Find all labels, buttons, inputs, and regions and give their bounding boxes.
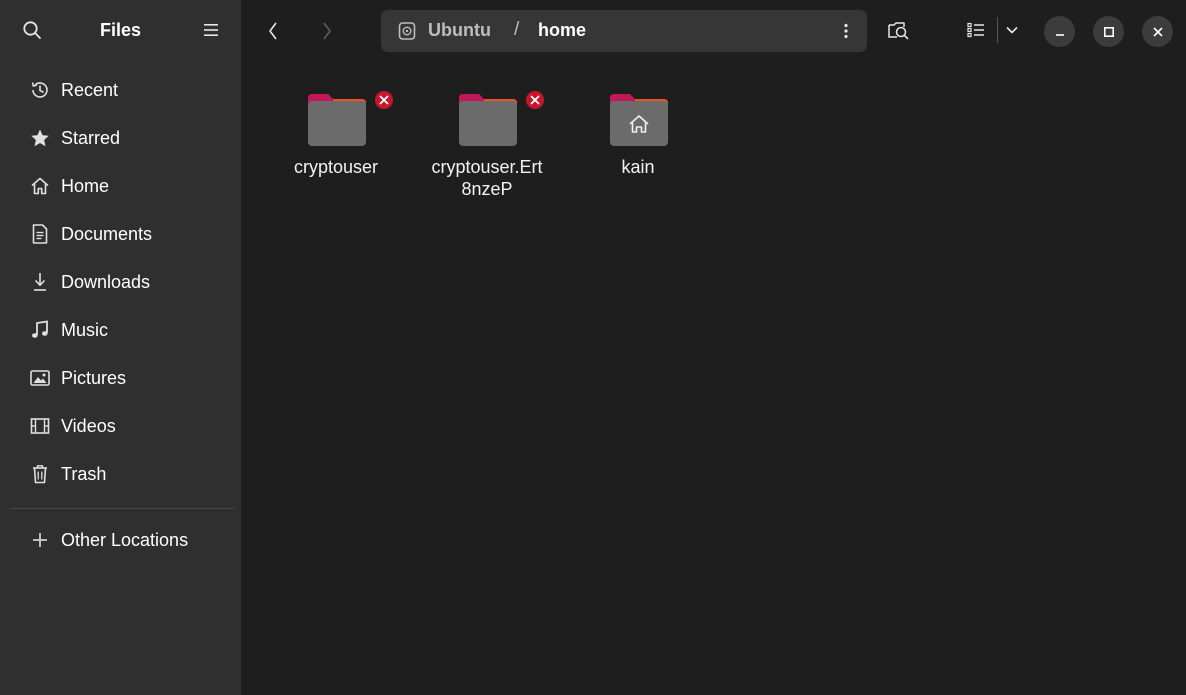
chevron-right-icon [323,22,331,40]
trash-icon [27,463,53,485]
sidebar-item-label: Music [61,319,109,340]
file-item[interactable]: kain [573,92,703,178]
sidebar-item-starred[interactable]: Starred [10,114,234,162]
places-list: Recent Starred Home Documents Downloads … [10,66,234,498]
chevron-left-icon [269,22,277,40]
sidebar-item-label: Home [61,175,110,196]
file-item[interactable]: cryptouser [271,91,401,178]
folder-icon [304,91,393,148]
file-name: cryptouser.Ert8nzeP [431,157,543,199]
sidebar-item-documents[interactable]: Documents [10,210,234,258]
path-bar[interactable]: Ubuntu / home [381,10,867,52]
back-button[interactable] [256,14,290,48]
picture-icon [27,367,53,389]
toolbar-separator [997,17,998,43]
file-manager-window: Files Recent Starred Home Documents Down… [0,0,1186,695]
folder-search-icon [888,22,909,40]
sidebar-item-pictures[interactable]: Pictures [10,354,234,402]
maximize-button[interactable] [1093,16,1124,47]
main-menu-button[interactable] [193,12,229,48]
home-icon [27,175,53,197]
sidebar-item-label: Recent [61,79,119,100]
chevron-down-icon [1006,26,1018,34]
list-view-icon [967,22,984,38]
film-icon [27,415,53,437]
file-name: cryptouser [293,157,379,177]
clock-icon [27,79,53,101]
sidebar-item-downloads[interactable]: Downloads [10,258,234,306]
sidebar-item-label: Other Locations [61,529,189,550]
sidebar-item-recent[interactable]: Recent [10,66,234,114]
music-note-icon [27,319,53,341]
sidebar-item-label: Downloads [61,271,151,292]
sidebar-item-label: Starred [61,127,121,148]
sidebar-item-other-locations[interactable]: Other Locations [10,516,234,564]
unreadable-emblem-icon [375,91,393,109]
sidebar-item-home[interactable]: Home [10,162,234,210]
home-folder-icon [606,92,670,148]
view-options-button[interactable] [1000,12,1024,48]
file-name: kain [621,157,655,177]
plus-icon [27,529,53,551]
close-button[interactable] [1142,16,1173,47]
drive-icon [398,22,416,40]
document-icon [27,223,53,245]
minimize-button[interactable] [1044,16,1075,47]
search-files-button[interactable] [880,12,916,48]
sidebar-item-label: Pictures [61,367,127,388]
sidebar-item-label: Trash [61,463,107,484]
breadcrumb-current[interactable]: home [538,20,586,41]
app-title: Files [99,20,142,40]
file-view: cryptouser cryptouser.Ert8nzeP kain [241,60,1186,695]
file-item[interactable]: cryptouser.Ert8nzeP [422,91,552,200]
download-icon [27,271,53,293]
unreadable-emblem-icon [526,91,544,109]
sidebar-item-label: Documents [61,223,153,244]
other-locations-section: Other Locations [10,516,234,564]
search-button[interactable] [14,12,50,48]
close-icon [1152,26,1163,37]
star-icon [27,127,53,149]
folder-icon [455,91,544,148]
breadcrumb-drive[interactable]: Ubuntu [428,20,491,41]
hamburger-menu-icon [204,24,218,36]
sidebar-item-trash[interactable]: Trash [10,450,234,498]
sidebar-item-label: Videos [61,415,116,436]
sidebar-header: Files [0,0,241,60]
vertical-dots-icon [844,23,848,39]
minimize-icon [1055,33,1064,36]
search-icon [23,21,41,39]
forward-button[interactable] [310,14,344,48]
breadcrumb-separator: / [514,19,520,40]
sidebar-item-music[interactable]: Music [10,306,234,354]
sidebar-divider [10,508,234,509]
sidebar-item-videos[interactable]: Videos [10,402,234,450]
view-list-button[interactable] [960,12,992,48]
sidebar: Files Recent Starred Home Documents Down… [0,0,241,695]
path-menu-button[interactable] [839,21,853,41]
maximize-icon [1103,26,1114,37]
